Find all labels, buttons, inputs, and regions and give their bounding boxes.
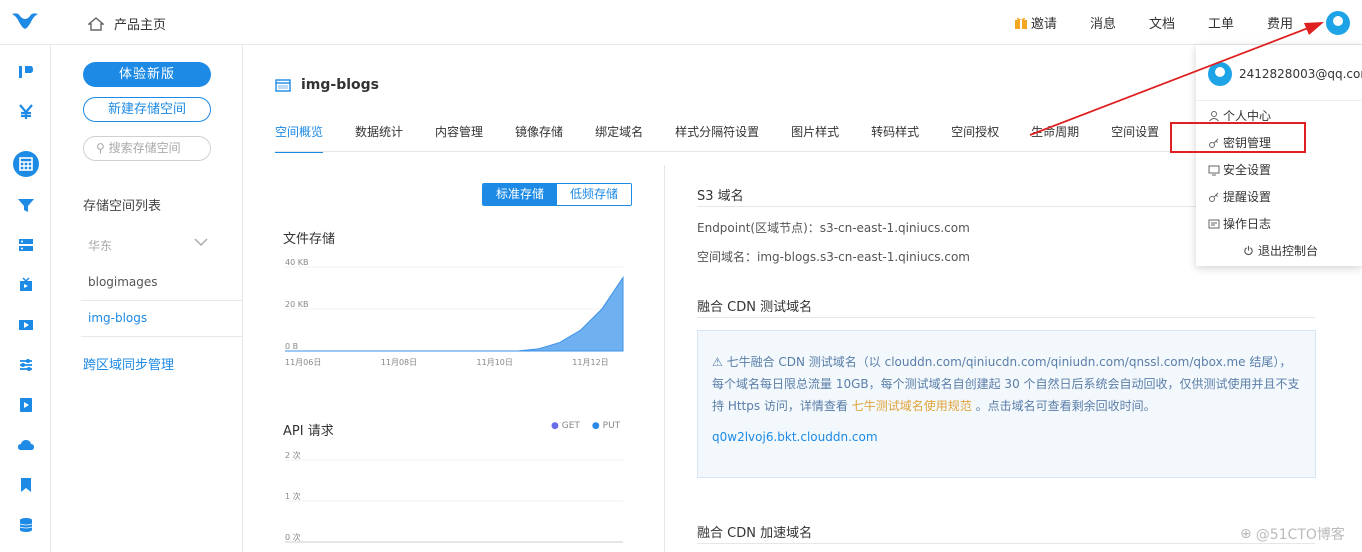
watermark-icon: ⊕ xyxy=(1240,526,1252,542)
annotation-arrow xyxy=(1029,22,1324,136)
watermark-text: @51CTO博客 xyxy=(1255,527,1345,543)
watermark: ⊕ @51CTO博客 xyxy=(1240,524,1345,544)
